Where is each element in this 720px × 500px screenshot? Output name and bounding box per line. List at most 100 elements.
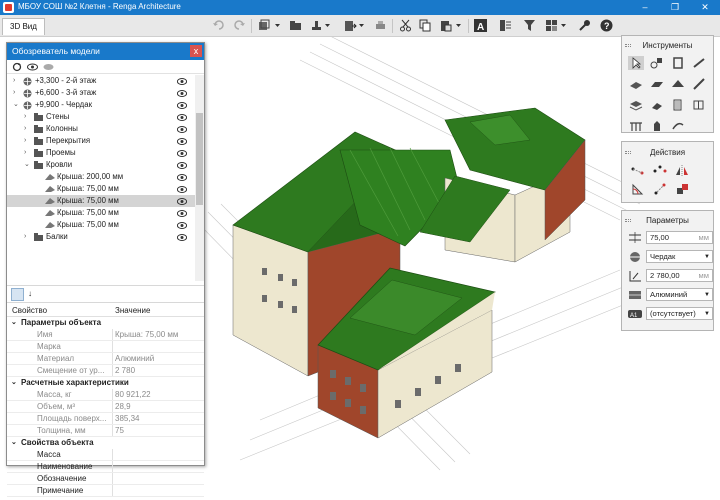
visibility-eye-icon[interactable]	[176, 233, 188, 241]
properties-icon[interactable]	[499, 19, 512, 32]
chevron-down-icon[interactable]: ▼	[704, 251, 710, 263]
tree-item[interactable]: Крыша: 75,00 мм	[7, 207, 204, 219]
chevron-right-icon[interactable]: ›	[24, 135, 26, 147]
mirror-icon[interactable]	[674, 164, 690, 178]
tree-item[interactable]: › Колонны	[7, 123, 204, 135]
visibility-eye-icon[interactable]	[176, 89, 188, 97]
parameter-input[interactable]: 75,00 мм	[646, 231, 713, 244]
group-by-category-icon[interactable]	[11, 288, 24, 301]
visibility-eye-icon[interactable]	[176, 137, 188, 145]
text-style-icon[interactable]: A	[474, 19, 487, 32]
tree-item[interactable]: Крыша: 75,00 мм	[7, 195, 204, 207]
tree-item[interactable]: › +3,300 - 2-й этаж	[7, 75, 204, 87]
visibility-eye-icon[interactable]	[176, 77, 188, 85]
chevron-down-icon[interactable]: ⌄	[11, 437, 17, 449]
property-value[interactable]: 80 921,22	[115, 389, 151, 401]
visibility-eye-icon[interactable]	[176, 209, 188, 217]
chevron-right-icon[interactable]: ›	[13, 87, 15, 99]
door-tool-icon[interactable]	[670, 98, 686, 112]
cut-icon[interactable]	[399, 19, 412, 32]
chevron-right-icon[interactable]: ›	[24, 147, 26, 159]
align-icon[interactable]	[652, 182, 668, 196]
visibility-eye-icon[interactable]	[176, 113, 188, 121]
chevron-down-icon[interactable]: ⌄	[11, 377, 17, 389]
wall-tool-icon[interactable]	[649, 56, 665, 70]
tree-item[interactable]: › Стены	[7, 111, 204, 123]
property-value[interactable]: 75	[115, 425, 124, 437]
maximize-button[interactable]: ❐	[660, 0, 690, 15]
beam-tool-icon[interactable]	[628, 77, 644, 91]
tree-item[interactable]: ⌄ Кровли	[7, 159, 204, 171]
property-group-header[interactable]: ⌄ Свойства объекта	[7, 437, 204, 449]
chevron-right-icon[interactable]: ›	[24, 111, 26, 123]
parameter-select[interactable]: Алюминий ▼	[646, 288, 713, 301]
dropdown-arrow-icon[interactable]	[358, 19, 365, 32]
rail-tool-icon[interactable]	[691, 77, 707, 91]
dropdown-arrow-icon[interactable]	[324, 19, 331, 32]
chevron-right-icon[interactable]: ›	[24, 231, 26, 243]
chevron-down-icon[interactable]: ⌄	[24, 159, 30, 171]
chevron-down-icon[interactable]: ▼	[704, 308, 710, 320]
chevron-right-icon[interactable]: ›	[13, 75, 15, 87]
tree-item[interactable]: › Балки	[7, 231, 204, 243]
visibility-eye-icon[interactable]	[176, 125, 188, 133]
tree-item[interactable]: ⌄ +9,900 - Чердак	[7, 99, 204, 111]
tree-item[interactable]: Крыша: 200,00 мм	[7, 171, 204, 183]
chevron-right-icon[interactable]: ›	[24, 123, 26, 135]
filter-icon[interactable]	[523, 19, 536, 32]
visibility-eye-icon[interactable]	[176, 149, 188, 157]
tab-3d-view[interactable]: 3D Вид	[2, 18, 45, 35]
visibility-eye-icon[interactable]	[176, 173, 188, 181]
property-group-header[interactable]: ⌄ Параметры объекта	[7, 317, 204, 329]
stair-tool-icon[interactable]	[628, 98, 644, 112]
slab-tool-icon[interactable]	[649, 77, 665, 91]
show-all-eye-icon[interactable]	[27, 62, 38, 74]
property-value[interactable]: 28,9	[115, 401, 131, 413]
tree-item[interactable]: Крыша: 75,00 мм	[7, 183, 204, 195]
rotate-icon[interactable]	[630, 182, 646, 196]
scale-icon[interactable]	[674, 182, 690, 196]
export-icon[interactable]	[344, 19, 357, 32]
visibility-eye-icon[interactable]	[176, 221, 188, 229]
tree-item[interactable]: › +6,600 - 3-й этаж	[7, 87, 204, 99]
property-row[interactable]: Масса, кг 80 921,22	[7, 389, 204, 401]
copy-icon[interactable]	[419, 19, 432, 32]
visibility-eye-icon[interactable]	[176, 197, 188, 205]
property-row[interactable]: Смещение от ур... 2 780	[7, 365, 204, 377]
property-value[interactable]: Крыша: 75,00 мм	[115, 329, 178, 341]
roof-tool-icon[interactable]	[670, 77, 686, 91]
settings-wrench-icon[interactable]	[578, 19, 591, 32]
property-value[interactable]: Алюминий	[115, 353, 154, 365]
hide-icon[interactable]	[43, 62, 54, 74]
property-value[interactable]: 2 780	[115, 365, 135, 377]
print-icon[interactable]	[374, 19, 387, 32]
folder-open-icon[interactable]	[289, 19, 302, 32]
visibility-eye-icon[interactable]	[176, 161, 188, 169]
column-tool-icon[interactable]	[670, 56, 686, 70]
copy-array-icon[interactable]	[652, 164, 668, 178]
visibility-eye-icon[interactable]	[176, 185, 188, 193]
property-row[interactable]: Толщина, мм 75	[7, 425, 204, 437]
property-row[interactable]: Наименование	[7, 461, 204, 473]
property-row[interactable]: Материал Алюминий	[7, 353, 204, 365]
property-row[interactable]: Примечание	[7, 485, 204, 497]
property-row[interactable]: Объем, м³ 28,9	[7, 401, 204, 413]
move-icon[interactable]	[630, 164, 646, 178]
minimize-button[interactable]: –	[630, 0, 660, 15]
object-tool-icon[interactable]	[649, 119, 665, 133]
tree-item[interactable]: › Перекрытия	[7, 135, 204, 147]
building-model[interactable]	[232, 107, 586, 439]
stamp-icon[interactable]	[310, 19, 323, 32]
visibility-sets-icon[interactable]	[545, 19, 558, 32]
railing-tool-icon[interactable]	[628, 119, 644, 133]
dropdown-arrow-icon[interactable]	[560, 19, 567, 32]
chevron-down-icon[interactable]: ⌄	[11, 317, 17, 329]
property-row[interactable]: Масса	[7, 449, 204, 461]
opening-tool-icon[interactable]	[649, 98, 665, 112]
chevron-down-icon[interactable]: ⌄	[13, 99, 19, 111]
tree-scrollbar[interactable]	[195, 75, 204, 281]
window-tool-icon[interactable]	[691, 98, 707, 112]
model-explorer-panel[interactable]: Обозреватель модели x › +3,300 - 2-й этаж…	[6, 42, 205, 497]
property-row[interactable]: Обозначение	[7, 473, 204, 485]
chevron-down-icon[interactable]: ▼	[704, 289, 710, 301]
